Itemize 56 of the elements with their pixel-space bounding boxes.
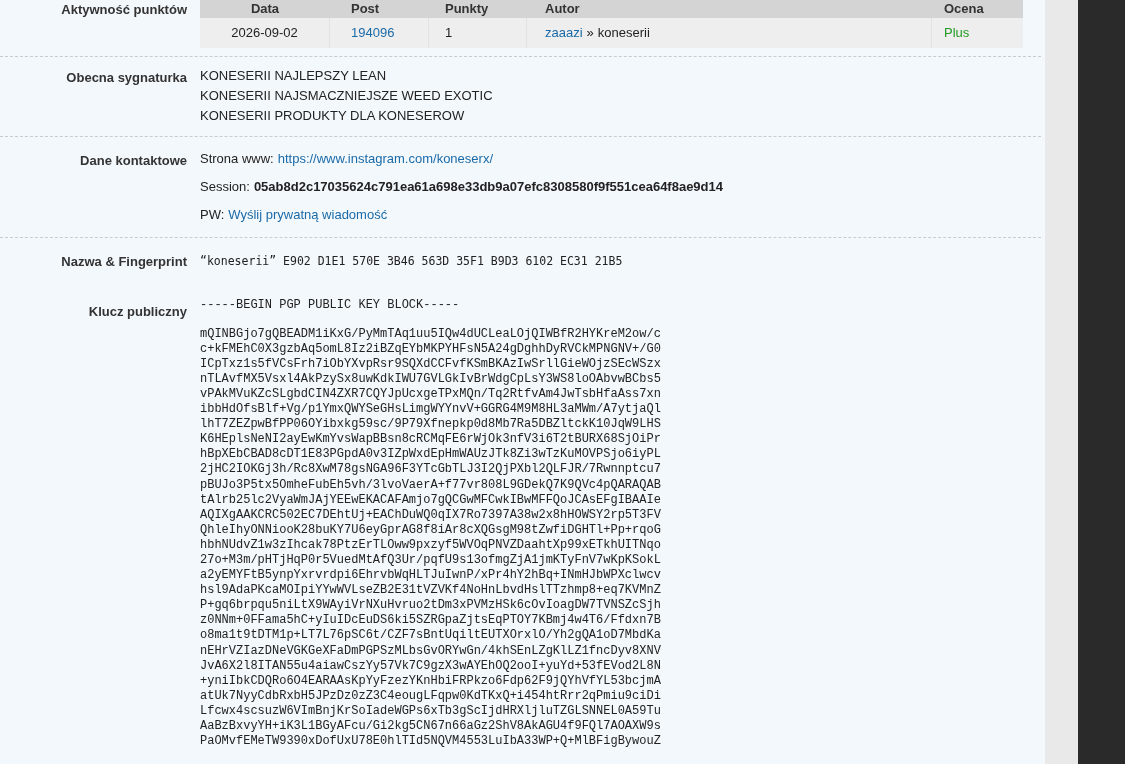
fingerprint-text: “koneserii” E902 D1E1 570E 3B46 563D 35F1 B9D3 6102 EC31 21B5 (200, 253, 623, 271)
key-line: AQIXgAAKCRC502EC7DEhtUj+EAChDuWQ0qIX7Ro7397A38w2x8hHOWSY2rp5T3FV (200, 507, 661, 523)
key-line: lhT7ZEZpwBfPP06OYibxkg59sc/9P79Xfnepkp0d8Mb7Ra5DBZltckK10JqW9LHS (200, 417, 661, 433)
key-line: JvA6X2l8ITAN55u4aiawCszYy57Vk7C9gzX3wAYEhOQ2ooI+yuYd+53fEVod2L8N (200, 658, 661, 674)
column-header: Post (351, 0, 380, 19)
field-label: Nazwa & Fingerprint (61, 254, 187, 269)
key-line: nEHrVZIazDNeVGKGeXFaDmPGPSzMLbsGvORYwGn/4khSEnLZgKlLZ1fncDyv8XNV (200, 643, 661, 659)
key-line: +yniIbkCDQRo6O4EARAAsKpYyFzezYKnHbiFRPkzo6Fdp62F9jQYhVfYL53bcjmA (200, 673, 661, 689)
key-line: nTLAvfMX5Vsxl4AkPzySx8uwKdkIWU7GVLGkIvBrWdgCpLsY3WS8loOAbvwBCbs5 (200, 371, 661, 387)
key-line: 2jHC2IOKGj3h/Rc8XwM78gsNGA96F3YTcGbTLJ3I2QjPXbl2QLFJR/7Rwnnptcu7 (200, 462, 661, 478)
column-header: Data (250, 0, 280, 19)
signature-line: KONESERII NAJSMACZNIEJSZE WEED EXOTIC (200, 87, 493, 105)
key-header: -----BEGIN PGP PUBLIC KEY BLOCK----- (200, 297, 461, 313)
key-line: vPAkMVuKZcSLgbdCIN4ZXR7CQYJpUcxgeTPxMQn/Tq2RtfvAm4JwTsbHfaAss7xn (200, 386, 661, 403)
key-line: AaBzBxvyYH+iK3L1BGyAFcu/Gi2kg5CN67n66aGz2ShV8AkAGU4f9FQl7AOAXW9s (200, 719, 661, 735)
key-line: hsl9AdaPKcaMOIpiYYwWVLseZB2E31tVZVKf4NoHnLbvdHslTTzhmp8+eq7KVMnZ (200, 583, 661, 599)
key-line: hbhNUdvZ1w3zIhcak78PtzErTLOww9pxzyf5WVOqPNVZDaahtXp99xETkhUITNqo (200, 537, 661, 553)
separator-mark: » (586, 24, 594, 43)
key-line: P+gq6brpqu5niLtX9WAyiVrNXuHvruo2tDm3xPVMzHSk6cOvIoagDW7TVNSZcSjh (200, 598, 661, 614)
key-line: o8ma1t9tDTM1p+LT7L76pSC6t/CZF7sBntUqiltEUTXOrxlO/Yh2gQA1oD7MbdKa (200, 628, 661, 644)
field-label: Klucz publiczny (88, 303, 187, 319)
key-line: ICpTxz1s5fVCsFrh7iObYXvpRsr9SQXdCCFvfKSmBKAzIwSrllGieWOjzSEcWSzx (200, 356, 661, 372)
key-line: 27o+M3m/pHTjHqP0r5VuedMtAfQ3Ur/pqfU9s13ofmgZjA1jmKTyFnV7wKpKSokL (200, 553, 661, 569)
key-line: QhleIhyONNiooK28buKY7U6eyGprAG8f8iAr8cXQGsgM98tZwfiDGHTl+Pp+rqoG (200, 522, 661, 538)
key-line: mQINBGjo7gQBEADM1iKxG/PyMmTAq1uu5IQw4dUCLeaLOjQIWBfR2HYKreM2ow/c (200, 326, 661, 342)
table-cell: 1 (429, 18, 527, 48)
key-line: ibbHdOfsBlf+Vg/p1YmxQWYSeGHsLimgWYYnvV+GGRG4M9M8HL3aMWm/A7ytjaQl (200, 402, 661, 418)
key-line: K6HEplsNeNI2ayEwKmYvsWapBBsn8cRCMqFE6rWjOk3nfV3i6T2tBURX68SjOiPr (200, 432, 661, 448)
field-label: Dane kontaktowe (80, 153, 187, 168)
author-link[interactable]: zaaazi (545, 23, 583, 43)
signature-line: KONESERII PRODUKTY DLA KONESEROW (200, 107, 466, 125)
key-line: hBpXEbCBAD8cDT1E83PGpdA0v3IZpWxdEpHmWAUzJTk8Zi3wTzKuMOVPSjo6iyPL (200, 447, 661, 463)
table-cell: 2026-09-02 (200, 18, 330, 48)
column-header: Punkty (445, 0, 489, 19)
rating-text: Plus (943, 24, 971, 43)
key-line: pBUJo3P5tx5OmheFubEh5vh/3lvoVaerA+f77vr808L9GDekQ7K9QVc4pQARAQAB (200, 477, 661, 493)
column-header: Ocena (944, 0, 984, 19)
session-id: 05ab8d2c17035624c791ea61a698e33db9a07efc8308580f9f551cea64f8ae9d14 (253, 179, 723, 195)
contact-link[interactable]: Wyślij prywatną wiadomość (228, 207, 388, 223)
key-line: Lfcwx4scsuzW6VImBnjKrSoIadeWGPs6xTb3gScIjdHRXljluTZGLSNNEL0A59Tu (200, 703, 661, 720)
key-line: tAlrb25lc2VyaWmJAjYEEwEKACAFAmjo7gQCGwMFCwkIBwMFFQoJCAsEFgIBAAIe (200, 492, 661, 508)
recipient-name: koneserii (597, 24, 650, 43)
contact-link[interactable]: https://www.instagram.com/koneserx/ (277, 151, 493, 167)
key-line: atUk7NyyCdbRxbH5JPzDz0zZ3C4eougLFqpw0KdTKxQ+i454htRrr2qPmiu9ciDi (200, 688, 661, 704)
contact-label: PW: (200, 207, 225, 223)
field-label: Aktywność punktów (61, 2, 187, 17)
key-line: c+kFMEhC0X3gzbAq5omL8Iz2iBZqEYbMKPYHFsN5A24gDghhDyRVCkMPNGNV+/G0 (200, 341, 661, 357)
key-line: a2yEMYFtB5ynpYxrvrdpi6EhrvbWqHLTJuIwnP/xPr4hY2hBq+INmHJbWPXclwcv (200, 568, 661, 584)
key-line: PaOMvfEMeTW9390xDofUxU78E0hlTId5NQVM4553LuIbA33WP+Q+MlBFigBywouZ (200, 734, 661, 750)
field-label: Obecna sygnaturka (66, 70, 187, 85)
contact-label: Strona www: (200, 151, 274, 167)
column-header: Autor (545, 0, 580, 19)
post-link[interactable]: 194096 (351, 23, 395, 43)
key-line: z0NNm+0FFama5hC+yIuIDcEuDS6ki5SZRGpaZjtsEqPTOY7KBmj4w4T6/Ffdxn7B (200, 613, 661, 629)
contact-label: Session: (200, 179, 250, 195)
signature-line: KONESERII NAJLEPSZY LEAN (200, 67, 388, 85)
